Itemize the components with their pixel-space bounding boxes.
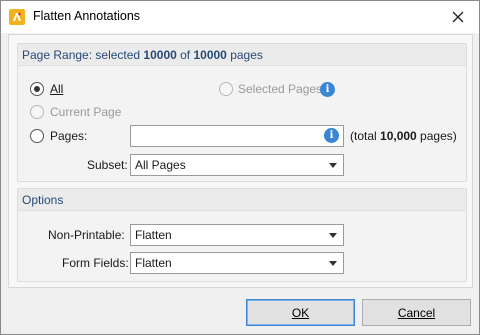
non-printable-label: Non-Printable: xyxy=(48,228,125,242)
selected-pages-radio[interactable] xyxy=(219,82,233,96)
total-pages-value: 10,000 xyxy=(380,129,417,143)
pages-label[interactable]: Pages: xyxy=(50,129,87,143)
form-fields-select[interactable]: Flatten xyxy=(130,252,344,274)
cancel-button[interactable]: Cancel xyxy=(362,299,471,326)
flatten-annotations-dialog: Flatten Annotations Page Range: selected… xyxy=(0,0,480,335)
total-pages-suffix: pages) xyxy=(416,129,457,143)
chevron-down-icon xyxy=(329,233,337,238)
chevron-down-icon xyxy=(329,261,337,266)
options-header: Options xyxy=(18,189,466,211)
options-group: Options Non-Printable: Flatten Form Fiel… xyxy=(17,188,467,282)
all-pages-label[interactable]: All xyxy=(50,82,63,96)
current-page-label[interactable]: Current Page xyxy=(50,105,121,119)
dialog-content: Page Range: selected 10000 of 10000 page… xyxy=(8,34,473,288)
close-icon xyxy=(452,11,464,23)
all-pages-radio[interactable] xyxy=(30,82,44,96)
page-range-group: Page Range: selected 10000 of 10000 page… xyxy=(17,43,467,182)
pages-input[interactable] xyxy=(130,125,344,147)
pdf-app-icon xyxy=(9,9,25,25)
ok-button[interactable]: OK xyxy=(246,299,355,326)
total-count: 10000 xyxy=(193,48,227,62)
form-fields-value: Flatten xyxy=(135,256,172,270)
non-printable-value: Flatten xyxy=(135,228,172,242)
page-range-header-prefix: Page Range: selected xyxy=(22,48,144,62)
pages-radio[interactable] xyxy=(30,129,44,143)
chevron-down-icon xyxy=(329,163,337,168)
form-fields-label: Form Fields: xyxy=(62,256,129,270)
page-range-header-suffix: pages xyxy=(226,48,263,62)
total-pages-prefix: (total xyxy=(350,129,381,143)
non-printable-select[interactable]: Flatten xyxy=(130,224,344,246)
subset-label: Subset: xyxy=(87,158,128,172)
subset-select[interactable]: All Pages xyxy=(130,154,344,176)
page-range-header-of: of xyxy=(176,48,194,62)
close-button[interactable] xyxy=(443,5,473,29)
page-range-header: Page Range: selected 10000 of 10000 page… xyxy=(18,44,466,66)
subset-value: All Pages xyxy=(135,158,186,172)
selected-count: 10000 xyxy=(143,48,177,62)
dialog-title: Flatten Annotations xyxy=(33,9,141,23)
selected-pages-info-icon[interactable]: i xyxy=(320,82,335,97)
pages-info-icon[interactable]: i xyxy=(324,128,339,143)
title-bar: Flatten Annotations xyxy=(1,1,479,33)
selected-pages-label[interactable]: Selected Pages xyxy=(238,82,322,96)
total-pages-text: (total 10,000 pages) xyxy=(350,129,457,143)
current-page-radio[interactable] xyxy=(30,105,44,119)
